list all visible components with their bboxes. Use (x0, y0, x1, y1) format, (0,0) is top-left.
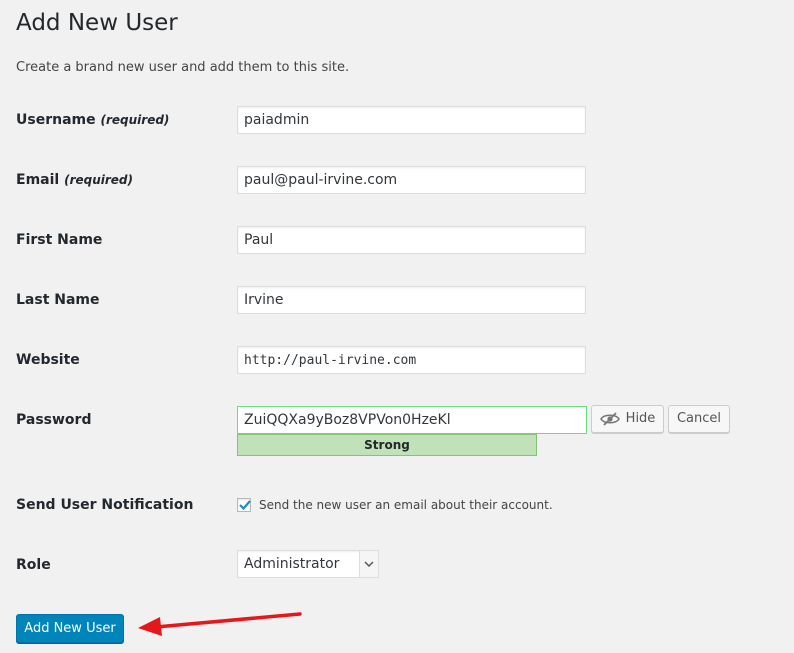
password-label: Password (16, 412, 92, 428)
role-label: Role (16, 557, 51, 573)
role-select[interactable]: Administrator (237, 550, 379, 578)
page-description: Create a brand new user and add them to … (16, 60, 350, 75)
password-input[interactable] (237, 406, 587, 434)
website-label: Website (16, 352, 80, 368)
add-new-user-button[interactable]: Add New User (16, 614, 124, 643)
username-label-text: Username (16, 112, 96, 128)
page-title: Add New User (16, 10, 178, 36)
first-name-input[interactable] (237, 226, 586, 254)
username-required-note: (required) (100, 113, 170, 127)
red-arrow-icon (134, 606, 304, 644)
email-label-text: Email (16, 172, 60, 188)
website-input[interactable] (237, 346, 586, 374)
email-label: Email (required) (16, 172, 133, 188)
cancel-password-button[interactable]: Cancel (668, 405, 730, 433)
eye-slash-icon (599, 412, 620, 426)
email-required-note: (required) (64, 173, 133, 187)
last-name-label: Last Name (16, 292, 100, 308)
username-label: Username (required) (16, 112, 169, 128)
last-name-input[interactable] (237, 286, 586, 314)
hide-password-button[interactable]: Hide (591, 405, 664, 433)
notification-checkbox-label[interactable]: Send the new user an email about their a… (259, 498, 553, 512)
notification-checkbox[interactable] (237, 498, 251, 512)
hide-password-label: Hide (625, 411, 656, 426)
notification-label: Send User Notification (16, 497, 194, 513)
role-select-value: Administrator (244, 556, 340, 572)
first-name-label: First Name (16, 232, 103, 248)
chevron-down-icon (359, 551, 378, 577)
password-strength-meter: Strong (237, 434, 537, 456)
email-input[interactable] (237, 166, 586, 194)
add-user-page: Add New User Create a brand new user and… (0, 0, 794, 653)
username-input[interactable] (237, 106, 586, 134)
